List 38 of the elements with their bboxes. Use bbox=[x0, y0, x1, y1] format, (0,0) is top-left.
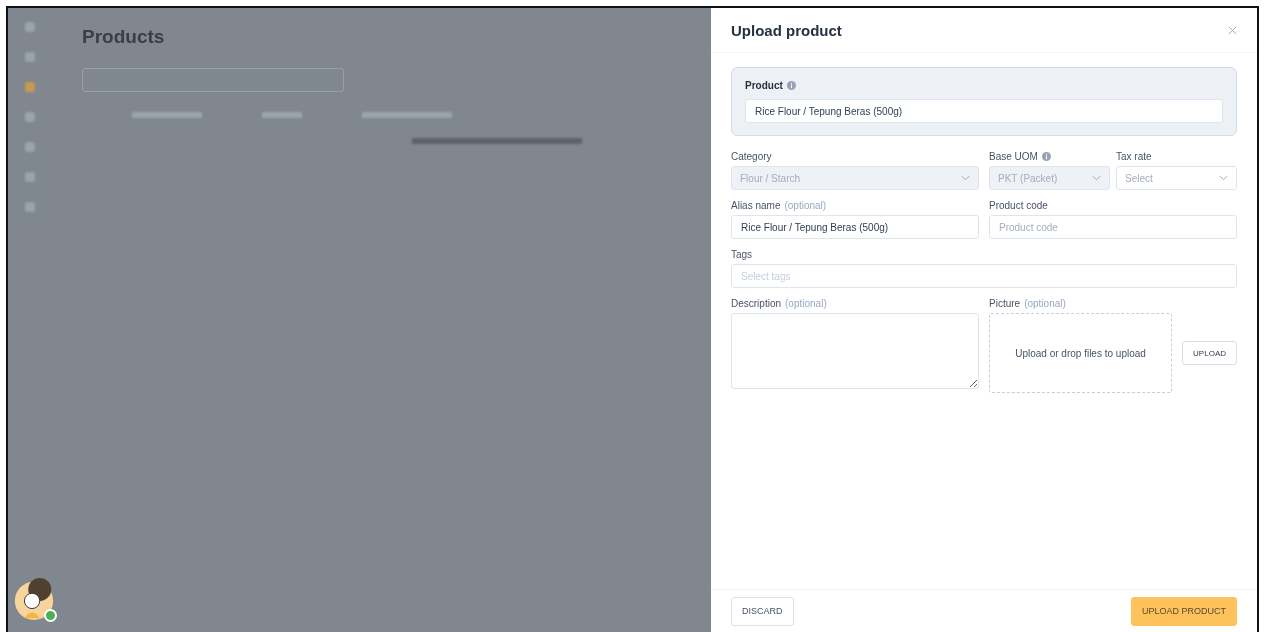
sidebar-icon[interactable] bbox=[25, 22, 35, 32]
field-label: Picture bbox=[989, 297, 1021, 309]
close-icon[interactable] bbox=[1228, 25, 1237, 35]
page-title: Products bbox=[82, 26, 165, 48]
upload-button[interactable]: UPLOAD bbox=[1182, 341, 1237, 365]
field-label: Product code bbox=[989, 199, 1048, 211]
input-field[interactable]: Rice Flour / Tepung Beras (500g) bbox=[731, 215, 979, 239]
field-label: Category bbox=[731, 150, 772, 162]
sidebar-icon[interactable] bbox=[25, 82, 35, 92]
product-field[interactable]: Rice Flour / Tepung Beras (500g) bbox=[745, 99, 1223, 123]
optional-hint: (optional) bbox=[784, 199, 827, 211]
discard-button[interactable]: DISCARD bbox=[731, 596, 794, 626]
sidebar-icon[interactable] bbox=[25, 202, 35, 212]
upload-product-button[interactable]: UPLOAD PRODUCT bbox=[1131, 596, 1237, 626]
optional-hint: (optional) bbox=[1024, 297, 1066, 309]
input-field[interactable]: Product code bbox=[989, 215, 1237, 239]
field-label: Tax rate bbox=[1116, 150, 1152, 162]
field-label: Alias name bbox=[731, 199, 781, 211]
info-icon[interactable] bbox=[786, 81, 796, 90]
chevron-down-icon bbox=[961, 175, 970, 181]
description-field[interactable] bbox=[731, 313, 979, 389]
sidebar-icon[interactable] bbox=[25, 112, 35, 122]
file-drop-zone[interactable]: Upload or drop files to upload bbox=[989, 313, 1173, 393]
sidebar-icon[interactable] bbox=[25, 172, 35, 182]
field-label: Tags bbox=[731, 248, 753, 260]
dialog-title: Upload product bbox=[731, 21, 842, 39]
sidebar-icon[interactable] bbox=[25, 52, 35, 62]
field-label: Product bbox=[745, 80, 783, 91]
blurred-column-header bbox=[262, 112, 302, 118]
blurred-column-header bbox=[132, 112, 202, 118]
input-field[interactable]: Select tags bbox=[731, 264, 1237, 288]
field-label: Base UOM bbox=[989, 150, 1038, 162]
field-label: Description bbox=[731, 297, 782, 309]
chevron-down-icon bbox=[1219, 175, 1228, 181]
chevron-down-icon bbox=[1092, 175, 1101, 181]
sidebar-icon[interactable] bbox=[25, 142, 35, 152]
search-field[interactable] bbox=[82, 68, 344, 92]
optional-hint: (optional) bbox=[785, 297, 827, 309]
